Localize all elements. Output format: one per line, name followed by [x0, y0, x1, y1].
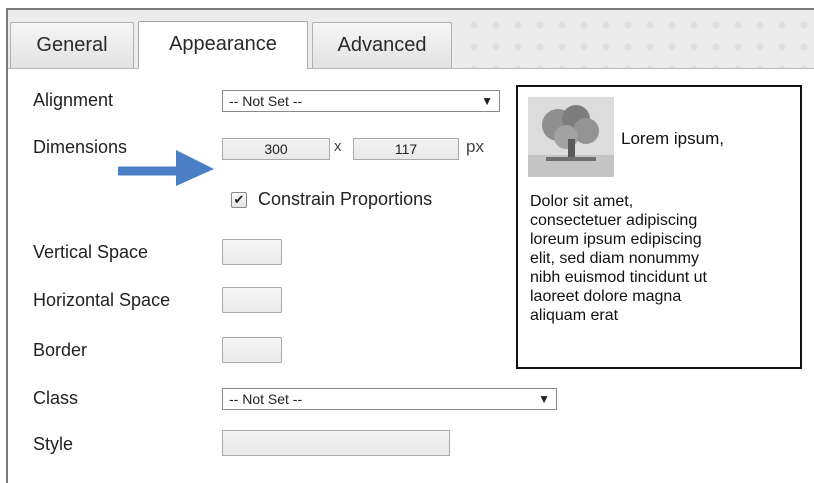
alignment-select-value: -- Not Set --	[229, 93, 303, 109]
tab-bar: General Appearance Advanced	[8, 10, 814, 69]
dimensions-label: Dimensions	[33, 137, 128, 157]
horizontal-space-label: Horizontal Space	[33, 290, 171, 310]
check-icon: ✔	[233, 192, 245, 207]
preview-line: laoreet dolore magna	[530, 288, 682, 305]
tab-general[interactable]: General	[10, 22, 134, 68]
dimensions-separator: x	[334, 138, 342, 155]
class-label: Class	[33, 388, 79, 408]
dimensions-unit: px	[466, 137, 484, 156]
vertical-space-label: Vertical Space	[33, 242, 149, 262]
chevron-down-icon: ▼	[538, 392, 550, 406]
vertical-space-input[interactable]	[222, 239, 282, 265]
chevron-down-icon: ▼	[481, 94, 493, 108]
border-input[interactable]	[222, 337, 282, 363]
preview-panel: Lorem ipsum, Dolor sit amet, consectetue…	[516, 85, 802, 369]
preview-line: aliquam erat	[530, 307, 619, 324]
tab-appearance[interactable]: Appearance	[138, 21, 308, 69]
width-input[interactable]: 300	[222, 138, 330, 160]
style-input[interactable]	[222, 430, 450, 456]
alignment-label: Alignment	[33, 90, 114, 110]
tree-image-icon	[528, 97, 614, 177]
preview-line: consectetuer adipiscing	[530, 212, 698, 229]
horizontal-space-input[interactable]	[222, 287, 282, 313]
alignment-select[interactable]: -- Not Set -- ▼	[222, 90, 500, 112]
preview-body: Dolor sit amet, consectetuer adipiscing …	[530, 192, 800, 325]
border-label: Border	[33, 340, 88, 360]
preview-caption: Lorem ipsum,	[621, 129, 724, 148]
preview-line: Dolor sit amet,	[530, 193, 634, 210]
style-label: Style	[33, 434, 74, 454]
arrow-pointer-icon	[118, 150, 214, 186]
class-select[interactable]: -- Not Set -- ▼	[222, 388, 557, 410]
height-input[interactable]: 117	[353, 138, 459, 160]
preview-line: loreum ipsum edipiscing	[530, 231, 702, 248]
constrain-label: Constrain Proportions	[258, 189, 433, 209]
tab-advanced[interactable]: Advanced	[312, 22, 452, 68]
preview-line: nibh euismod tincidunt ut	[530, 269, 707, 286]
class-select-value: -- Not Set --	[229, 391, 303, 407]
preview-line: elit, sed diam nonummy	[530, 250, 699, 267]
constrain-checkbox[interactable]: ✔	[231, 192, 247, 208]
